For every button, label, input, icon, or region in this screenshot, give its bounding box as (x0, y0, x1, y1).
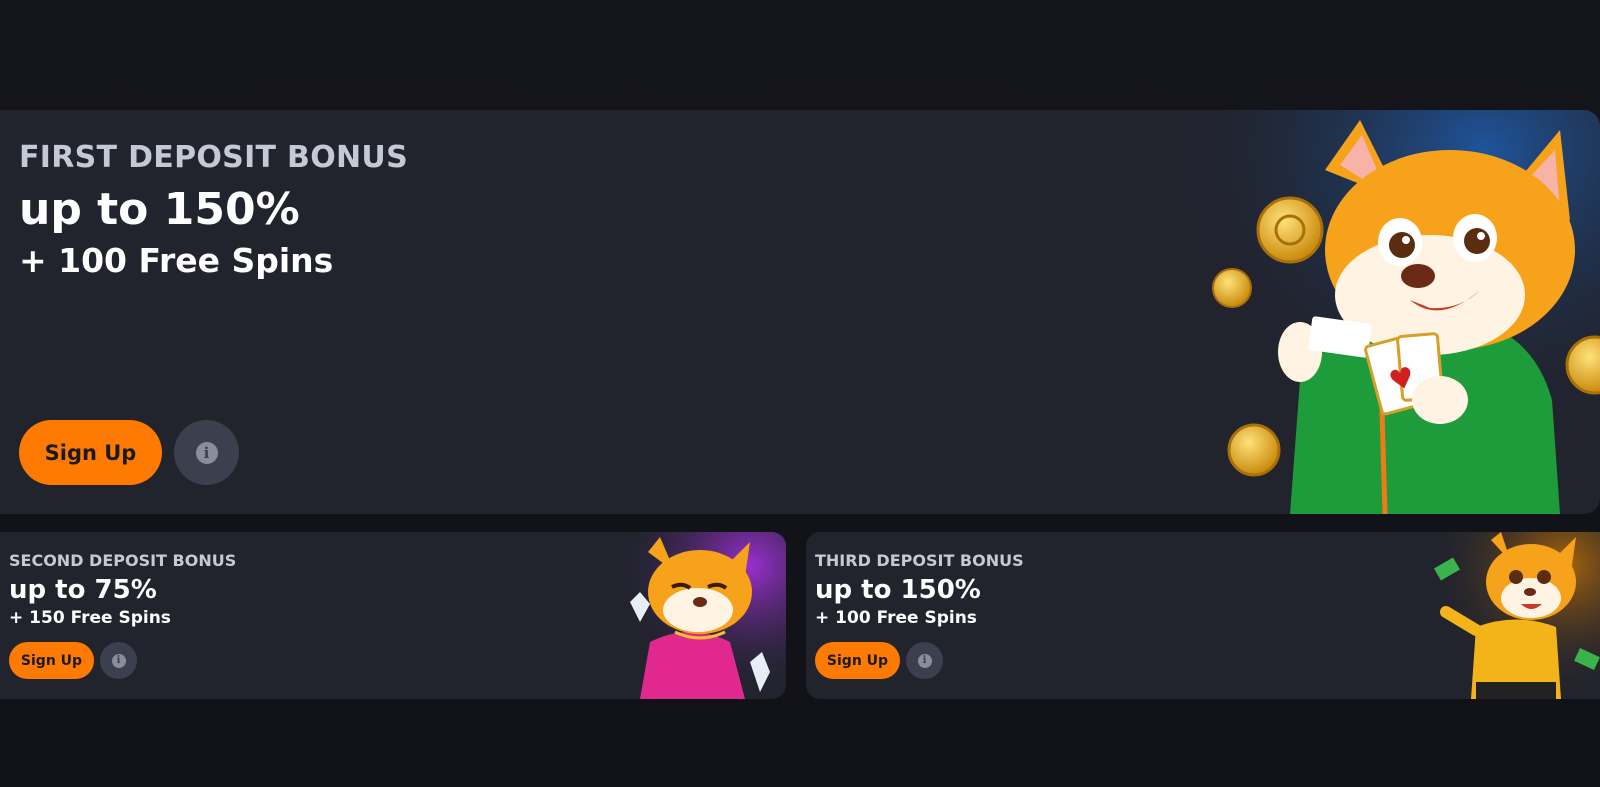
third-bonus-text: THIRD DEPOSIT BONUS up to 150% + 100 Fre… (815, 551, 1024, 628)
second-bonus-text: SECOND DEPOSIT BONUS up to 75% + 150 Fre… (9, 551, 236, 628)
first-bonus-headline: up to 150% (19, 184, 300, 235)
first-bonus-signup-button[interactable]: Sign Up (19, 420, 162, 485)
first-bonus-text: FIRST DEPOSIT BONUS up to 150% + 100 Fre… (19, 140, 408, 281)
page: FIRST DEPOSIT BONUS up to 150% + 100 Fre… (0, 0, 1600, 787)
first-deposit-bonus-card: FIRST DEPOSIT BONUS up to 150% + 100 Fre… (0, 110, 1600, 514)
second-bonus-info-button[interactable]: i (100, 642, 137, 679)
info-icon: i (917, 653, 932, 668)
third-bonus-title: THIRD DEPOSIT BONUS (815, 551, 1024, 570)
second-bonus-headline: up to 75% (9, 575, 157, 605)
first-bonus-title: FIRST DEPOSIT BONUS (19, 140, 408, 175)
first-bonus-info-button[interactable]: i (174, 420, 239, 485)
first-bonus-free-spins: + 100 Free Spins (19, 241, 334, 280)
info-icon: i (111, 653, 126, 668)
second-bonus-title: SECOND DEPOSIT BONUS (9, 551, 237, 570)
fox-mascot-pink-dress-illustration (610, 532, 786, 699)
third-bonus-actions: Sign Up i (815, 642, 943, 679)
fox-mascot-yellow-shirt-illustration (1426, 532, 1600, 699)
third-bonus-free-spins: + 100 Free Spins (815, 608, 977, 628)
third-bonus-signup-button[interactable]: Sign Up (815, 642, 900, 679)
third-bonus-headline: up to 150% (815, 575, 981, 605)
first-bonus-actions: Sign Up i (19, 420, 239, 485)
third-bonus-info-button[interactable]: i (906, 642, 943, 679)
third-deposit-bonus-card: THIRD DEPOSIT BONUS up to 150% + 100 Fre… (806, 532, 1600, 699)
second-deposit-bonus-card: SECOND DEPOSIT BONUS up to 75% + 150 Fre… (0, 532, 786, 699)
second-bonus-actions: Sign Up i (9, 642, 137, 679)
second-bonus-signup-button[interactable]: Sign Up (9, 642, 94, 679)
fox-mascot-with-cards-illustration: ♥ (1140, 110, 1600, 514)
info-icon: i (195, 441, 218, 464)
second-bonus-free-spins: + 150 Free Spins (9, 608, 171, 628)
